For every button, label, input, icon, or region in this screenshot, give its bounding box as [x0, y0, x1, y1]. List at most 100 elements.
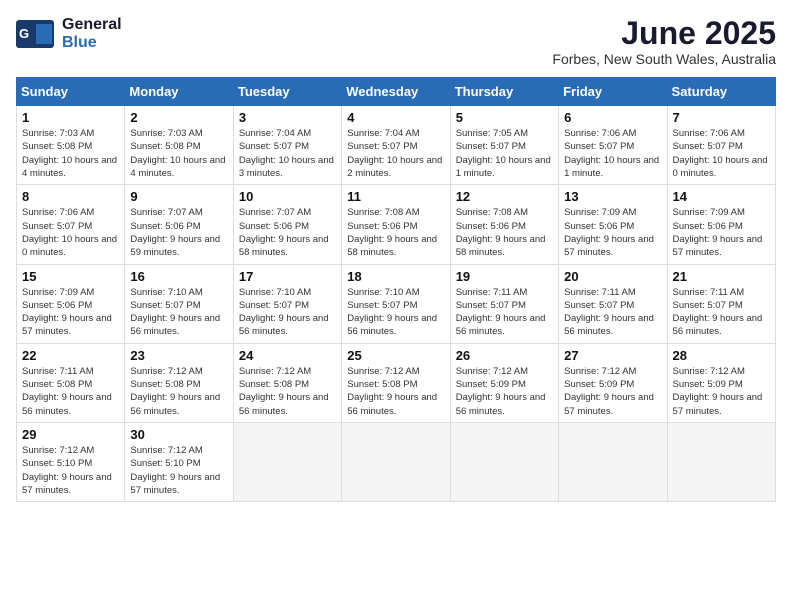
calendar-body: 1 Sunrise: 7:03 AM Sunset: 5:08 PM Dayli… [17, 106, 776, 502]
calendar-cell [667, 422, 775, 501]
day-info: Sunrise: 7:12 AM Sunset: 5:08 PM Dayligh… [239, 365, 336, 418]
day-info: Sunrise: 7:12 AM Sunset: 5:09 PM Dayligh… [564, 365, 661, 418]
day-number: 25 [347, 348, 444, 363]
calendar-header: SundayMondayTuesdayWednesdayThursdayFrid… [17, 78, 776, 106]
calendar-cell: 6 Sunrise: 7:06 AM Sunset: 5:07 PM Dayli… [559, 106, 667, 185]
day-info: Sunrise: 7:12 AM Sunset: 5:09 PM Dayligh… [673, 365, 770, 418]
day-number: 8 [22, 189, 119, 204]
day-info: Sunrise: 7:11 AM Sunset: 5:08 PM Dayligh… [22, 365, 119, 418]
day-info: Sunrise: 7:08 AM Sunset: 5:06 PM Dayligh… [456, 206, 553, 259]
day-info: Sunrise: 7:10 AM Sunset: 5:07 PM Dayligh… [347, 286, 444, 339]
calendar-cell: 9 Sunrise: 7:07 AM Sunset: 5:06 PM Dayli… [125, 185, 233, 264]
logo: G General Blue [16, 16, 122, 51]
calendar-cell: 18 Sunrise: 7:10 AM Sunset: 5:07 PM Dayl… [342, 264, 450, 343]
week-row-3: 15 Sunrise: 7:09 AM Sunset: 5:06 PM Dayl… [17, 264, 776, 343]
calendar-cell: 28 Sunrise: 7:12 AM Sunset: 5:09 PM Dayl… [667, 343, 775, 422]
month-title: June 2025 [552, 16, 776, 51]
logo-general: General [62, 16, 122, 34]
calendar-cell: 26 Sunrise: 7:12 AM Sunset: 5:09 PM Dayl… [450, 343, 558, 422]
calendar-cell: 29 Sunrise: 7:12 AM Sunset: 5:10 PM Dayl… [17, 422, 125, 501]
day-number: 15 [22, 269, 119, 284]
day-number: 20 [564, 269, 661, 284]
day-number: 12 [456, 189, 553, 204]
day-info: Sunrise: 7:08 AM Sunset: 5:06 PM Dayligh… [347, 206, 444, 259]
calendar-cell: 23 Sunrise: 7:12 AM Sunset: 5:08 PM Dayl… [125, 343, 233, 422]
calendar-cell: 13 Sunrise: 7:09 AM Sunset: 5:06 PM Dayl… [559, 185, 667, 264]
day-number: 14 [673, 189, 770, 204]
day-info: Sunrise: 7:10 AM Sunset: 5:07 PM Dayligh… [130, 286, 227, 339]
day-number: 28 [673, 348, 770, 363]
day-number: 27 [564, 348, 661, 363]
calendar-cell: 10 Sunrise: 7:07 AM Sunset: 5:06 PM Dayl… [233, 185, 341, 264]
day-info: Sunrise: 7:06 AM Sunset: 5:07 PM Dayligh… [22, 206, 119, 259]
day-info: Sunrise: 7:09 AM Sunset: 5:06 PM Dayligh… [673, 206, 770, 259]
day-info: Sunrise: 7:12 AM Sunset: 5:10 PM Dayligh… [22, 444, 119, 497]
weekday-header-tuesday: Tuesday [233, 78, 341, 106]
day-info: Sunrise: 7:11 AM Sunset: 5:07 PM Dayligh… [564, 286, 661, 339]
week-row-1: 1 Sunrise: 7:03 AM Sunset: 5:08 PM Dayli… [17, 106, 776, 185]
weekday-header-monday: Monday [125, 78, 233, 106]
day-number: 1 [22, 110, 119, 125]
weekday-header-friday: Friday [559, 78, 667, 106]
day-info: Sunrise: 7:03 AM Sunset: 5:08 PM Dayligh… [22, 127, 119, 180]
svg-text:G: G [19, 26, 29, 41]
day-info: Sunrise: 7:11 AM Sunset: 5:07 PM Dayligh… [456, 286, 553, 339]
day-number: 3 [239, 110, 336, 125]
calendar-cell: 21 Sunrise: 7:11 AM Sunset: 5:07 PM Dayl… [667, 264, 775, 343]
calendar-table: SundayMondayTuesdayWednesdayThursdayFrid… [16, 77, 776, 502]
day-info: Sunrise: 7:03 AM Sunset: 5:08 PM Dayligh… [130, 127, 227, 180]
location-title: Forbes, New South Wales, Australia [552, 51, 776, 67]
calendar-cell: 15 Sunrise: 7:09 AM Sunset: 5:06 PM Dayl… [17, 264, 125, 343]
week-row-4: 22 Sunrise: 7:11 AM Sunset: 5:08 PM Dayl… [17, 343, 776, 422]
day-number: 29 [22, 427, 119, 442]
weekday-header-wednesday: Wednesday [342, 78, 450, 106]
week-row-5: 29 Sunrise: 7:12 AM Sunset: 5:10 PM Dayl… [17, 422, 776, 501]
day-number: 30 [130, 427, 227, 442]
calendar-cell: 11 Sunrise: 7:08 AM Sunset: 5:06 PM Dayl… [342, 185, 450, 264]
page-header: G General Blue June 2025 Forbes, New Sou… [16, 16, 776, 67]
day-number: 7 [673, 110, 770, 125]
day-number: 2 [130, 110, 227, 125]
weekday-header-saturday: Saturday [667, 78, 775, 106]
day-number: 23 [130, 348, 227, 363]
calendar-cell: 1 Sunrise: 7:03 AM Sunset: 5:08 PM Dayli… [17, 106, 125, 185]
calendar-cell: 3 Sunrise: 7:04 AM Sunset: 5:07 PM Dayli… [233, 106, 341, 185]
day-info: Sunrise: 7:06 AM Sunset: 5:07 PM Dayligh… [673, 127, 770, 180]
day-number: 10 [239, 189, 336, 204]
day-info: Sunrise: 7:11 AM Sunset: 5:07 PM Dayligh… [673, 286, 770, 339]
day-info: Sunrise: 7:06 AM Sunset: 5:07 PM Dayligh… [564, 127, 661, 180]
calendar-cell: 20 Sunrise: 7:11 AM Sunset: 5:07 PM Dayl… [559, 264, 667, 343]
day-info: Sunrise: 7:07 AM Sunset: 5:06 PM Dayligh… [130, 206, 227, 259]
calendar-cell: 24 Sunrise: 7:12 AM Sunset: 5:08 PM Dayl… [233, 343, 341, 422]
day-info: Sunrise: 7:05 AM Sunset: 5:07 PM Dayligh… [456, 127, 553, 180]
day-number: 16 [130, 269, 227, 284]
calendar-cell: 4 Sunrise: 7:04 AM Sunset: 5:07 PM Dayli… [342, 106, 450, 185]
day-number: 22 [22, 348, 119, 363]
day-number: 19 [456, 269, 553, 284]
calendar-cell: 22 Sunrise: 7:11 AM Sunset: 5:08 PM Dayl… [17, 343, 125, 422]
day-number: 18 [347, 269, 444, 284]
day-number: 26 [456, 348, 553, 363]
day-info: Sunrise: 7:12 AM Sunset: 5:10 PM Dayligh… [130, 444, 227, 497]
day-number: 13 [564, 189, 661, 204]
calendar-cell [342, 422, 450, 501]
weekday-header-thursday: Thursday [450, 78, 558, 106]
calendar-cell: 14 Sunrise: 7:09 AM Sunset: 5:06 PM Dayl… [667, 185, 775, 264]
calendar-cell: 30 Sunrise: 7:12 AM Sunset: 5:10 PM Dayl… [125, 422, 233, 501]
day-number: 6 [564, 110, 661, 125]
calendar-cell: 5 Sunrise: 7:05 AM Sunset: 5:07 PM Dayli… [450, 106, 558, 185]
calendar-cell: 12 Sunrise: 7:08 AM Sunset: 5:06 PM Dayl… [450, 185, 558, 264]
day-info: Sunrise: 7:09 AM Sunset: 5:06 PM Dayligh… [564, 206, 661, 259]
weekday-header-row: SundayMondayTuesdayWednesdayThursdayFrid… [17, 78, 776, 106]
day-info: Sunrise: 7:09 AM Sunset: 5:06 PM Dayligh… [22, 286, 119, 339]
day-info: Sunrise: 7:12 AM Sunset: 5:09 PM Dayligh… [456, 365, 553, 418]
day-number: 4 [347, 110, 444, 125]
calendar-cell [450, 422, 558, 501]
logo-blue: Blue [62, 34, 122, 52]
day-number: 21 [673, 269, 770, 284]
calendar-cell: 7 Sunrise: 7:06 AM Sunset: 5:07 PM Dayli… [667, 106, 775, 185]
calendar-cell [559, 422, 667, 501]
calendar-cell: 17 Sunrise: 7:10 AM Sunset: 5:07 PM Dayl… [233, 264, 341, 343]
day-info: Sunrise: 7:04 AM Sunset: 5:07 PM Dayligh… [347, 127, 444, 180]
day-info: Sunrise: 7:10 AM Sunset: 5:07 PM Dayligh… [239, 286, 336, 339]
